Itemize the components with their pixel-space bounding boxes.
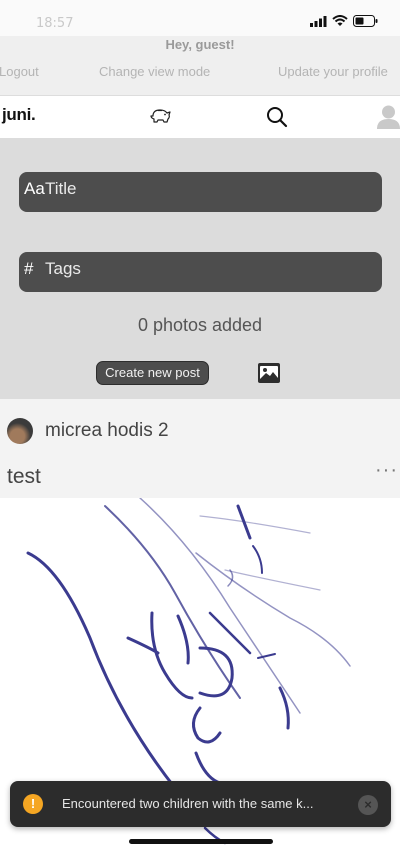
battery-icon [353, 15, 378, 27]
post-title: test [7, 465, 41, 488]
update-profile-link[interactable]: Update your profile [278, 64, 388, 79]
hashtag-icon: # [24, 259, 34, 278]
image-icon[interactable] [257, 362, 281, 384]
tags-field[interactable]: # Tags [19, 252, 382, 292]
home-indicator [129, 839, 273, 844]
title-field-placeholder: Title [45, 179, 77, 198]
tags-field-placeholder: Tags [45, 259, 81, 278]
title-field[interactable]: Aa Title [19, 172, 382, 212]
create-post-button[interactable]: Create new post [96, 361, 209, 385]
logo[interactable]: juni. [2, 105, 36, 125]
guest-bar: Hey, guest! Logout Change view mode Upda… [0, 36, 400, 96]
wifi-icon [332, 15, 348, 26]
nav-bar: juni. [0, 96, 400, 138]
status-icons [310, 15, 378, 27]
post-header: micrea hodis 2 test ··· [0, 399, 400, 498]
greeting: Hey, guest! [165, 37, 235, 52]
status-bar: 18:57 [0, 0, 400, 36]
warning-toast[interactable]: ! Encountered two children with the same… [10, 781, 391, 827]
post-author[interactable]: micrea hodis 2 [45, 420, 169, 442]
toast-message: Encountered two children with the same k… [62, 796, 314, 811]
piggy-bank-icon[interactable] [149, 107, 173, 130]
change-view-mode-link[interactable]: Change view mode [99, 64, 210, 79]
close-icon[interactable]: × [358, 795, 378, 815]
photos-count: 0 photos added [137, 315, 263, 335]
post-composer: Aa Title # Tags 0 photos added Create ne… [0, 138, 400, 399]
cellular-signal-icon [310, 15, 327, 27]
author-avatar[interactable] [7, 418, 33, 444]
warning-icon: ! [23, 794, 43, 814]
logout-link[interactable]: Logout [0, 64, 39, 79]
search-icon[interactable] [266, 106, 288, 133]
title-field-prefix: Aa [24, 179, 45, 198]
user-avatar-icon[interactable] [377, 104, 400, 134]
more-options-icon[interactable]: ··· [375, 459, 398, 482]
status-time: 18:57 [36, 16, 74, 31]
